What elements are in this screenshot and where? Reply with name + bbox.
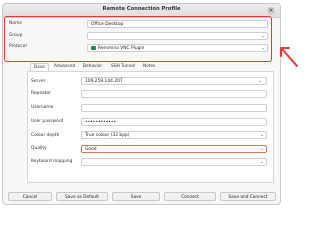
password-field[interactable]: •••••••••••• (81, 118, 267, 126)
colour-depth-label: Colour depth (31, 133, 60, 138)
username-field[interactable] (81, 104, 267, 112)
name-field[interactable]: Office Desktop (87, 19, 268, 28)
password-label: User password (31, 119, 64, 124)
vnc-plugin-icon (91, 46, 96, 50)
group-combo[interactable]: ⌄ (87, 32, 268, 40)
repeater-label: Repeater (31, 91, 51, 96)
save-button[interactable]: Save (112, 192, 160, 201)
server-field[interactable]: 109.259.144.207 ⌄ (81, 77, 267, 85)
protocol-select[interactable]: Remmina VNC Plugin ⌄ (87, 44, 268, 52)
group-label: Group (9, 33, 23, 38)
chevron-down-icon: ⌄ (261, 34, 265, 39)
tab-behavior[interactable]: Behavior (83, 64, 102, 69)
server-value: 109.259.144.207 (85, 79, 123, 84)
chevron-down-icon: ⌄ (261, 46, 265, 51)
save-and-connect-button[interactable]: Save and Connect (220, 192, 276, 201)
server-label: Server (31, 79, 46, 84)
connect-button[interactable]: Connect (164, 192, 216, 201)
quality-select[interactable]: Good ⌄ (81, 145, 267, 153)
colour-depth-select[interactable]: True colour (32 bpp) ⌄ (81, 131, 267, 139)
tab-ssh-tunnel[interactable]: SSH Tunnel (111, 64, 135, 69)
server-list-icon[interactable]: ⌄ (258, 78, 262, 85)
protocol-label: Protocol (9, 44, 27, 49)
keyboard-mapping-label: Keyboard mapping (31, 159, 73, 164)
window-title: Remote Connection Profile (102, 6, 181, 12)
tab-notes[interactable]: Notes (143, 64, 155, 69)
name-label: Name (9, 21, 22, 26)
keyboard-mapping-select[interactable]: ⌄ (81, 158, 267, 166)
close-icon[interactable]: × (267, 6, 275, 15)
cancel-button[interactable]: Cancel (8, 192, 52, 201)
chevron-down-icon: ⌄ (260, 147, 264, 152)
save-as-default-button[interactable]: Save as Default (56, 192, 108, 201)
annotation-arrow-icon (280, 47, 298, 67)
username-label: Username (31, 105, 54, 110)
colour-depth-value: True colour (32 bpp) (85, 133, 130, 138)
chevron-down-icon: ⌄ (260, 133, 264, 138)
repeater-field[interactable] (81, 90, 267, 98)
quality-value: Good (85, 147, 97, 152)
quality-label: Quality (31, 146, 47, 151)
tab-advanced[interactable]: Advanced (54, 64, 75, 69)
chevron-down-icon: ⌄ (260, 160, 264, 165)
remote-connection-dialog: Remote Connection Profile × Name Office … (2, 3, 281, 205)
basic-tab-panel (27, 71, 274, 183)
protocol-value: Remmina VNC Plugin (98, 46, 145, 51)
